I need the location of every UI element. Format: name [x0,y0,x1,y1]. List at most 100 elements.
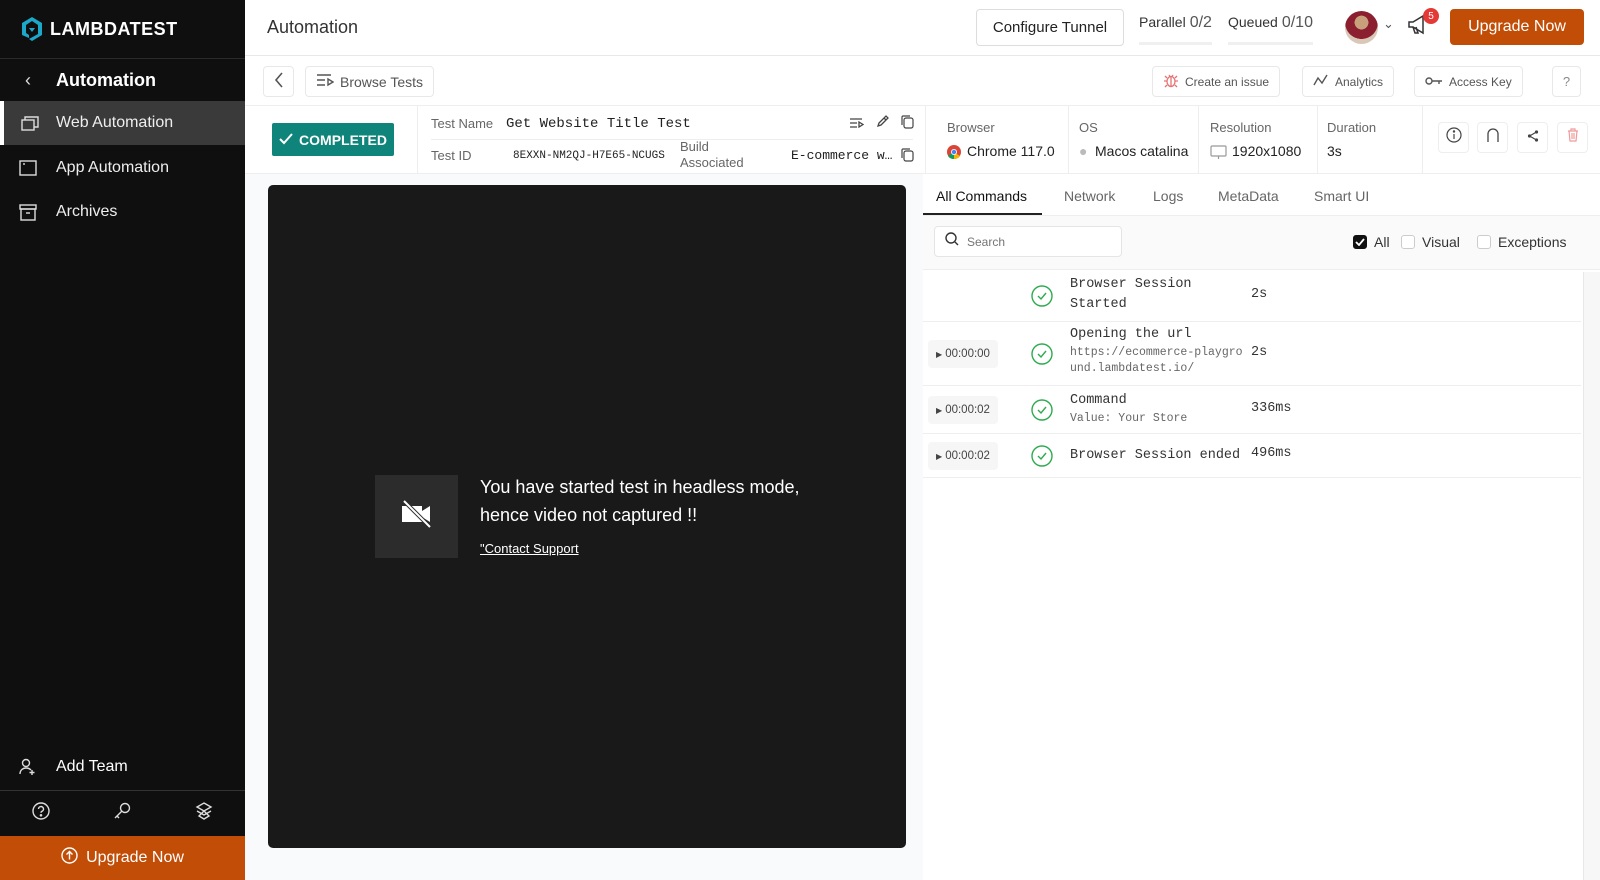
archive-icon [0,203,56,221]
sidebar-section-header[interactable]: ‹ Automation [0,58,245,102]
lambdatest-logo-icon [22,17,42,41]
access-key-button[interactable]: Access Key [1414,66,1523,97]
play-icon: ▶ [936,405,943,415]
sidebar-item-web-automation[interactable]: Web Automation [0,101,245,145]
os-value: Macos catalina [1095,143,1189,159]
bug-icon [1163,72,1179,91]
search-input[interactable] [967,234,1107,249]
parallel-usage-bar [1139,42,1212,45]
filter-bar: All Visual Exceptions [923,216,1600,270]
timestamp-button[interactable]: ▶ 00:00:02 [928,442,998,470]
chevron-down-icon[interactable]: ⌄ [1383,16,1394,32]
command-sub: Value: Your Store [1070,412,1188,425]
queued-usage-bar [1228,42,1313,45]
command-duration: 2s [1251,345,1268,360]
test-info-bar: COMPLETED Test Name Get Website Title Te… [245,106,1600,174]
resolution-label: Resolution [1210,120,1272,135]
timestamp-button[interactable]: ▶ 00:00:02 [928,396,998,424]
key-icon[interactable] [113,802,131,825]
integrations-icon[interactable] [195,802,213,825]
tab-metadata[interactable]: MetaData [1218,188,1279,204]
queued-value: 0/10 [1281,14,1313,31]
command-duration: 336ms [1251,401,1292,416]
create-issue-button[interactable]: Create an issue [1152,66,1281,97]
active-tab-indicator [923,213,1042,215]
list-play-icon[interactable] [849,116,865,134]
command-duration: 496ms [1251,446,1292,461]
checkbox[interactable] [1477,235,1491,249]
chrome-icon [947,145,961,164]
tab-logs[interactable]: Logs [1153,188,1183,204]
sidebar-item-archives[interactable]: Archives [0,190,245,234]
command-name: Opening the url [1070,327,1192,342]
analytics-button[interactable]: Analytics [1302,66,1395,97]
filter-exceptions[interactable]: Exceptions [1477,234,1566,250]
filter-label: Visual [1422,234,1460,250]
help-button[interactable]: ? [1552,66,1581,97]
commands-scrollbar[interactable] [1583,272,1600,880]
chevron-left-icon[interactable]: ‹ [0,70,56,91]
timestamp: 00:00:02 [945,404,990,416]
status-badge: COMPLETED [272,123,394,156]
timestamp-button[interactable]: ▶ 00:00:00 [928,340,998,368]
sidebar-tools [0,790,245,836]
copy-icon[interactable] [901,115,914,134]
command-row[interactable]: ▶ 00:00:00 Opening the url https://ecomme… [923,322,1581,386]
sidebar-item-app-automation[interactable]: App Automation [0,146,245,190]
sub-toolbar: Browse Tests Create an issue Analytics A… [245,56,1600,106]
notification-badge: 5 [1423,8,1439,24]
magnet-button[interactable] [1477,122,1508,153]
sidebar-item-label: Web Automation [56,114,174,131]
edit-icon[interactable] [876,115,889,133]
sidebar-item-label: Archives [56,203,118,220]
parallel-value: 0/2 [1189,14,1212,31]
add-user-icon [0,758,56,776]
create-issue-label: Create an issue [1185,74,1270,89]
help-icon[interactable] [32,802,50,825]
search-box[interactable] [934,226,1122,257]
tab-smart-ui[interactable]: Smart UI [1314,188,1369,204]
search-icon [945,232,959,251]
sidebar: LAMBDATEST ‹ Automation Web Automation A… [0,0,245,880]
video-off-tile [375,475,458,558]
filter-label: Exceptions [1498,234,1567,250]
arrow-up-circle-icon [61,847,78,869]
test-id-label: Test ID [431,148,472,163]
build-value[interactable]: E-commerce w… [791,148,892,163]
success-icon [1031,285,1053,312]
command-row[interactable]: ▶ 00:00:02 Command Value: Your Store 336m… [923,386,1581,434]
help-icon: ? [1562,74,1571,89]
command-row[interactable]: ▶ 00:00:02 Browser Session ended 496ms [923,434,1581,478]
filter-all[interactable]: All [1353,234,1390,250]
tab-network[interactable]: Network [1064,188,1115,204]
command-name: Browser Session ended [1070,448,1241,463]
test-name-value: Get Website Title Test [506,116,691,132]
share-button[interactable] [1517,122,1548,153]
sidebar-section-title: Automation [56,70,156,90]
success-icon [1031,445,1053,472]
delete-button[interactable] [1557,122,1588,153]
timestamp: 00:00:02 [945,450,990,462]
command-row[interactable]: Browser Session Started 2s [923,270,1581,322]
check-icon [279,132,293,148]
configure-tunnel-button[interactable]: Configure Tunnel [976,9,1124,46]
filter-visual[interactable]: Visual [1401,234,1460,250]
browser-label: Browser [947,120,995,135]
user-avatar[interactable] [1345,11,1378,44]
browse-tests-button[interactable]: Browse Tests [305,66,434,97]
add-team-button[interactable]: Add Team [0,745,245,789]
tab-all-commands[interactable]: All Commands [936,188,1027,204]
back-button[interactable] [263,66,294,97]
test-id-value: 8EXXN-NM2QJ-H7E65-NCUGS [513,150,665,162]
checkbox-checked[interactable] [1353,235,1367,249]
parallel-label: Parallel [1139,14,1186,30]
contact-support-link[interactable]: "Contact Support [480,541,579,556]
upgrade-now-button[interactable]: Upgrade Now [1450,9,1584,45]
play-icon: ▶ [936,451,943,461]
info-button[interactable] [1438,122,1469,153]
checkbox[interactable] [1401,235,1415,249]
brand-logo[interactable]: LAMBDATEST [20,14,178,44]
copy-icon[interactable] [901,148,914,167]
sidebar-upgrade-button[interactable]: Upgrade Now [0,836,245,880]
duration-value: 3s [1327,143,1342,159]
